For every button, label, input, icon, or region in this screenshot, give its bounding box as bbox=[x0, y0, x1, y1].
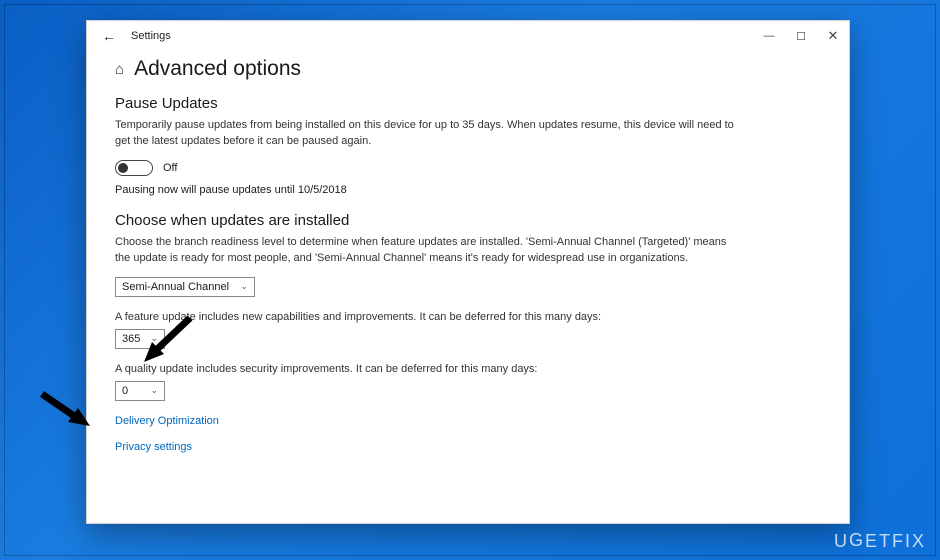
toggle-knob-icon bbox=[118, 163, 128, 173]
back-arrow-icon: ← bbox=[102, 28, 116, 44]
chevron-down-icon: ⌄ bbox=[150, 333, 158, 344]
page-header: ⌂ Advanced options bbox=[115, 57, 821, 81]
pause-updates-description: Temporarily pause updates from being ins… bbox=[115, 118, 735, 150]
delivery-optimization-link[interactable]: Delivery Optimization bbox=[115, 415, 821, 427]
page-title: Advanced options bbox=[134, 57, 301, 81]
pause-note: Pausing now will pause updates until 10/… bbox=[115, 184, 821, 196]
minimize-button[interactable]: — bbox=[753, 21, 785, 51]
window-controls: — ☐ ✕ bbox=[753, 21, 849, 51]
back-button[interactable]: ← bbox=[95, 22, 123, 50]
feature-defer-label: A feature update includes new capabiliti… bbox=[115, 311, 821, 323]
pause-toggle-label: Off bbox=[163, 162, 177, 174]
pause-toggle[interactable] bbox=[115, 160, 153, 176]
branch-readiness-value: Semi-Annual Channel bbox=[122, 281, 229, 293]
quality-defer-value: 0 bbox=[122, 385, 128, 397]
branch-readiness-select[interactable]: Semi-Annual Channel ⌄ bbox=[115, 277, 255, 297]
feature-defer-value: 365 bbox=[122, 333, 140, 345]
branch-select-block: Semi-Annual Channel ⌄ bbox=[115, 277, 821, 297]
chevron-down-icon: ⌄ bbox=[150, 385, 158, 396]
choose-when-heading: Choose when updates are installed bbox=[115, 212, 821, 229]
chevron-down-icon: ⌄ bbox=[240, 281, 248, 292]
quality-defer-select[interactable]: 0 ⌄ bbox=[115, 381, 165, 401]
app-title: Settings bbox=[131, 30, 171, 42]
pause-toggle-row: Off bbox=[115, 160, 821, 176]
feature-defer-select[interactable]: 365 ⌄ bbox=[115, 329, 165, 349]
privacy-settings-link[interactable]: Privacy settings bbox=[115, 441, 821, 453]
maximize-icon: ☐ bbox=[796, 30, 806, 43]
quality-defer-label: A quality update includes security impro… bbox=[115, 363, 821, 375]
close-button[interactable]: ✕ bbox=[817, 21, 849, 51]
maximize-button[interactable]: ☐ bbox=[785, 21, 817, 51]
watermark-text: UGETFIX bbox=[834, 531, 926, 552]
settings-window: ← Settings — ☐ ✕ ⌂ Advanced options Paus… bbox=[86, 20, 850, 524]
window-titlebar: ← Settings — ☐ ✕ bbox=[87, 21, 849, 51]
pause-updates-heading: Pause Updates bbox=[115, 95, 821, 112]
minimize-icon: — bbox=[764, 30, 775, 42]
home-icon[interactable]: ⌂ bbox=[115, 61, 124, 78]
choose-when-description: Choose the branch readiness level to det… bbox=[115, 235, 735, 267]
content-area: ⌂ Advanced options Pause Updates Tempora… bbox=[87, 51, 849, 523]
close-icon: ✕ bbox=[828, 28, 839, 44]
